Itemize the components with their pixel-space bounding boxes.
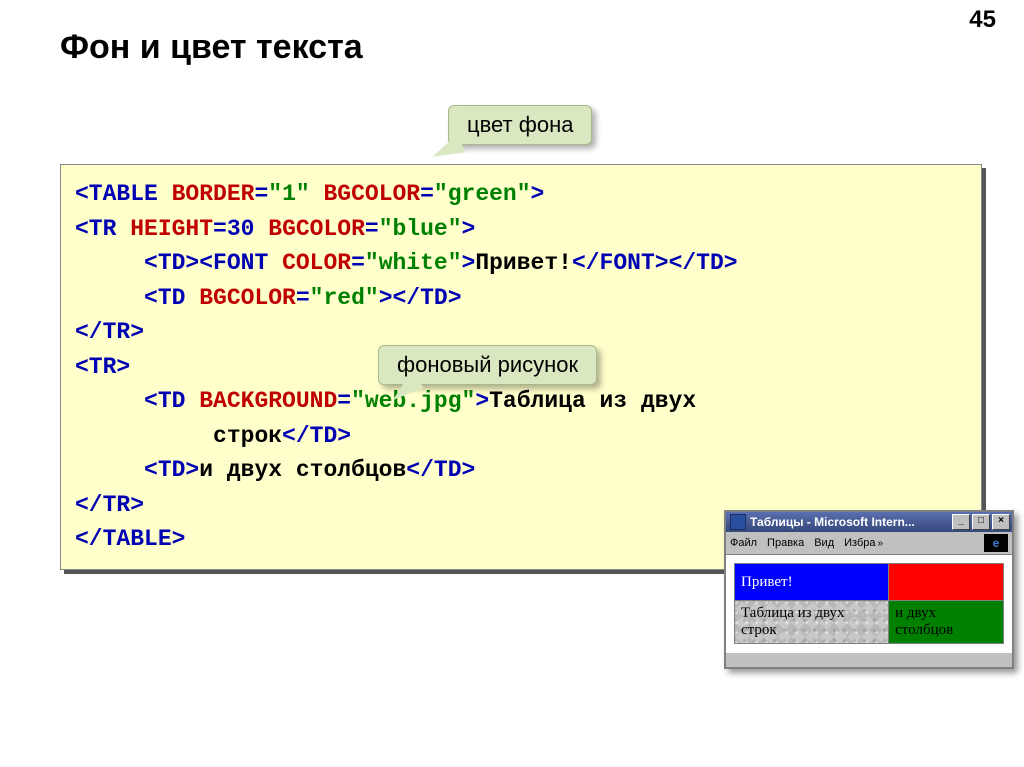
table-row: Привет! xyxy=(735,564,1004,601)
code: BGCOLOR xyxy=(268,216,365,242)
code: > xyxy=(475,388,489,414)
window-titlebar[interactable]: Таблицы - Microsoft Intern... _ □ × xyxy=(726,512,1012,532)
code: BORDER xyxy=(172,181,255,207)
code: Привет! xyxy=(475,250,572,276)
code: "red" xyxy=(310,285,379,311)
code: <TD xyxy=(144,285,199,311)
code: BGCOLOR xyxy=(323,181,420,207)
code: </FONT> xyxy=(572,250,669,276)
code: "green" xyxy=(434,181,531,207)
code xyxy=(75,457,144,483)
window-title: Таблицы - Microsoft Intern... xyxy=(750,515,950,529)
menu-view[interactable]: Вид xyxy=(814,537,834,549)
cell-red xyxy=(889,564,1004,601)
code: HEIGHT xyxy=(130,216,213,242)
code: </TR> xyxy=(75,319,144,345)
menu-edit[interactable]: Правка xyxy=(767,537,804,549)
code: <TR> xyxy=(75,354,130,380)
chevron-icon: » xyxy=(878,538,884,549)
code: > xyxy=(462,216,476,242)
code: и двух столбцов xyxy=(199,457,406,483)
code: = xyxy=(254,181,268,207)
code: = xyxy=(420,181,434,207)
code: </TABLE> xyxy=(75,526,185,552)
code: <TD> xyxy=(144,457,199,483)
code: <TR xyxy=(75,216,130,242)
code: > xyxy=(462,250,476,276)
code: <TD xyxy=(144,388,199,414)
code: <TABLE xyxy=(75,181,172,207)
maximize-button[interactable]: □ xyxy=(972,514,990,530)
callout-bgcolor: цвет фона xyxy=(448,105,592,145)
code: > xyxy=(379,285,393,311)
cell-web-bg: Таблица из двух строк xyxy=(735,601,889,644)
code: </TD> xyxy=(669,250,738,276)
callout-background: фоновый рисунок xyxy=(378,345,597,385)
code: Таблица из двух xyxy=(489,388,696,414)
minimize-button[interactable]: _ xyxy=(952,514,970,530)
code: </TR> xyxy=(75,492,144,518)
code xyxy=(75,285,144,311)
callout-label: цвет фона xyxy=(467,112,573,137)
code: <FONT xyxy=(199,250,282,276)
code: > xyxy=(531,181,545,207)
browser-content: Привет! Таблица из двух строк и двух сто… xyxy=(726,555,1012,652)
slide-title: Фон и цвет текста xyxy=(60,28,363,67)
page-number: 45 xyxy=(969,6,996,34)
code: </TD> xyxy=(406,457,475,483)
menu-file[interactable]: Файл xyxy=(730,537,757,549)
code: "blue" xyxy=(379,216,462,242)
cell-hello: Привет! xyxy=(735,564,889,601)
code: </TD> xyxy=(393,285,462,311)
cell-green: и двух столбцов xyxy=(889,601,1004,644)
code xyxy=(75,423,213,449)
status-bar xyxy=(726,652,1012,667)
code: BACKGROUND xyxy=(199,388,337,414)
code: = xyxy=(365,216,379,242)
code: = xyxy=(351,250,365,276)
code: = xyxy=(296,285,310,311)
code: "1" xyxy=(268,181,323,207)
result-table: Привет! Таблица из двух строк и двух сто… xyxy=(734,563,1004,644)
code: строк xyxy=(213,423,282,449)
close-button[interactable]: × xyxy=(992,514,1010,530)
ie-logo-icon: e xyxy=(984,534,1008,552)
code: </TD> xyxy=(282,423,351,449)
browser-window: Таблицы - Microsoft Intern... _ □ × Файл… xyxy=(724,510,1014,669)
menu-favorites[interactable]: Избра» xyxy=(844,537,883,549)
code: <TD> xyxy=(144,250,199,276)
menu-bar: Файл Правка Вид Избра» e xyxy=(726,532,1012,555)
code: = xyxy=(337,388,351,414)
code: "white" xyxy=(365,250,462,276)
callout-label: фоновый рисунок xyxy=(397,352,578,377)
code: COLOR xyxy=(282,250,351,276)
code xyxy=(75,388,144,414)
code xyxy=(75,250,144,276)
code: =30 xyxy=(213,216,268,242)
ie-icon xyxy=(730,514,746,530)
code: BGCOLOR xyxy=(199,285,296,311)
table-row: Таблица из двух строк и двух столбцов xyxy=(735,601,1004,644)
